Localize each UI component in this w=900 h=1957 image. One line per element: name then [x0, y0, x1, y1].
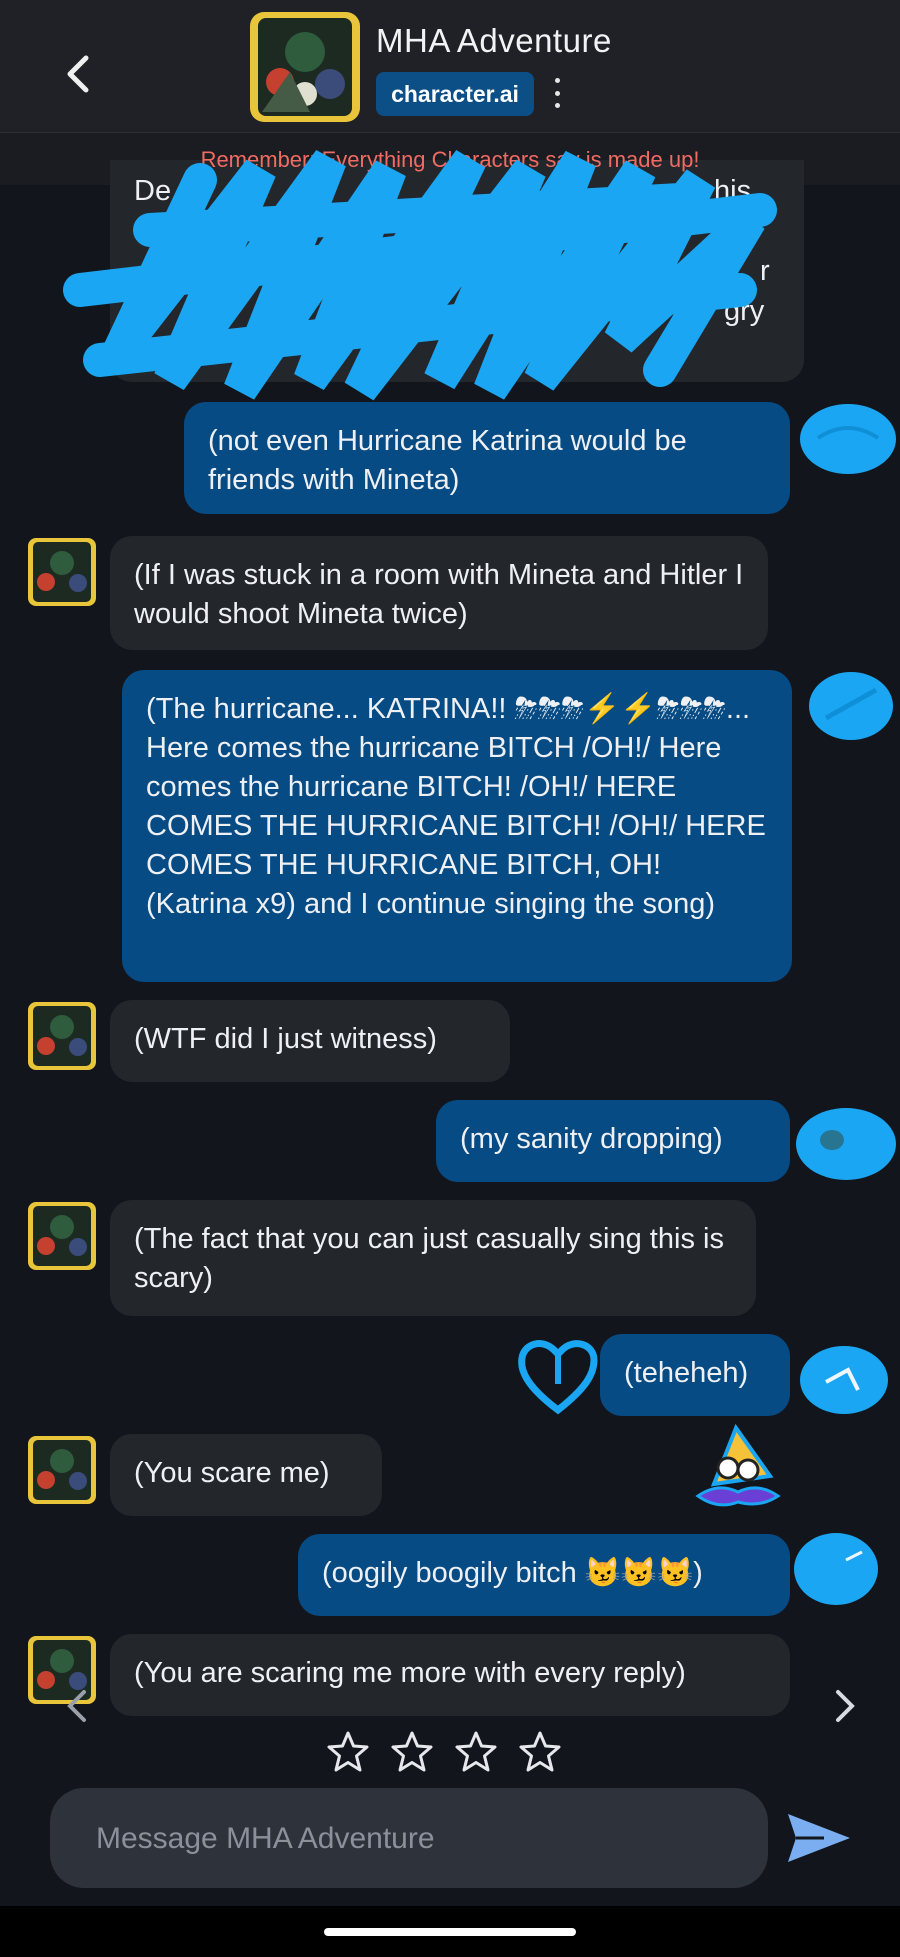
message-user: (not even Hurricane Katrina would be fri…	[184, 402, 790, 514]
user-avatar-scribble	[800, 404, 896, 474]
user-avatar-scribble	[794, 1533, 878, 1605]
message-bot: (If I was stuck in a room with Mineta an…	[110, 536, 768, 650]
message-bot: (You scare me)	[110, 1434, 382, 1516]
star-outline-icon[interactable]	[518, 1730, 562, 1774]
star-outline-icon[interactable]	[390, 1730, 434, 1774]
character-ai-badge[interactable]: character.ai	[376, 72, 534, 116]
message-bot: (WTF did I just witness)	[110, 1000, 510, 1082]
message-user: (The hurricane... KATRINA!! ⛈⛈⛈⚡⚡⛈⛈⛈... …	[122, 670, 792, 982]
bot-avatar[interactable]	[28, 1436, 96, 1504]
user-avatar-scribble	[800, 1346, 888, 1414]
bot-avatar[interactable]	[28, 1202, 96, 1270]
message-input[interactable]	[94, 1788, 738, 1890]
bot-avatar[interactable]	[28, 1002, 96, 1070]
character-avatar[interactable]	[250, 12, 360, 122]
bot-avatar[interactable]	[28, 538, 96, 606]
message-bot: (You are scaring me more with every repl…	[110, 1634, 790, 1716]
chevron-left-icon	[67, 1690, 86, 1722]
heart-doodle	[518, 1340, 598, 1415]
message-user: (teheheh)	[600, 1334, 790, 1416]
back-button[interactable]	[52, 48, 104, 100]
chat-header: MHA Adventure character.ai	[0, 0, 900, 133]
message-user: (my sanity dropping)	[436, 1100, 790, 1182]
squid-sticker	[695, 1424, 781, 1507]
next-response-button[interactable]	[832, 1688, 858, 1724]
user-avatar-scribble	[796, 1108, 896, 1180]
message-user: (oogily boogily bitch 😼😼😼)	[298, 1534, 790, 1616]
message-bot: (The fact that you can just casually sin…	[110, 1200, 756, 1316]
star-outline-icon[interactable]	[454, 1730, 498, 1774]
kebab-menu-icon	[554, 78, 560, 83]
star-outline-icon[interactable]	[326, 1730, 370, 1774]
scribble-redaction	[63, 150, 777, 401]
message-composer	[50, 1788, 768, 1890]
user-avatar-scribble	[809, 672, 893, 740]
home-indicator[interactable]	[324, 1928, 576, 1936]
previous-response-button[interactable]	[64, 1688, 90, 1724]
chevron-left-icon	[67, 55, 89, 93]
rating-stars	[326, 1730, 562, 1774]
character-name: MHA Adventure	[376, 22, 612, 59]
send-button[interactable]	[784, 1810, 854, 1866]
more-options-button[interactable]	[550, 78, 564, 108]
chevron-right-icon	[836, 1690, 855, 1722]
